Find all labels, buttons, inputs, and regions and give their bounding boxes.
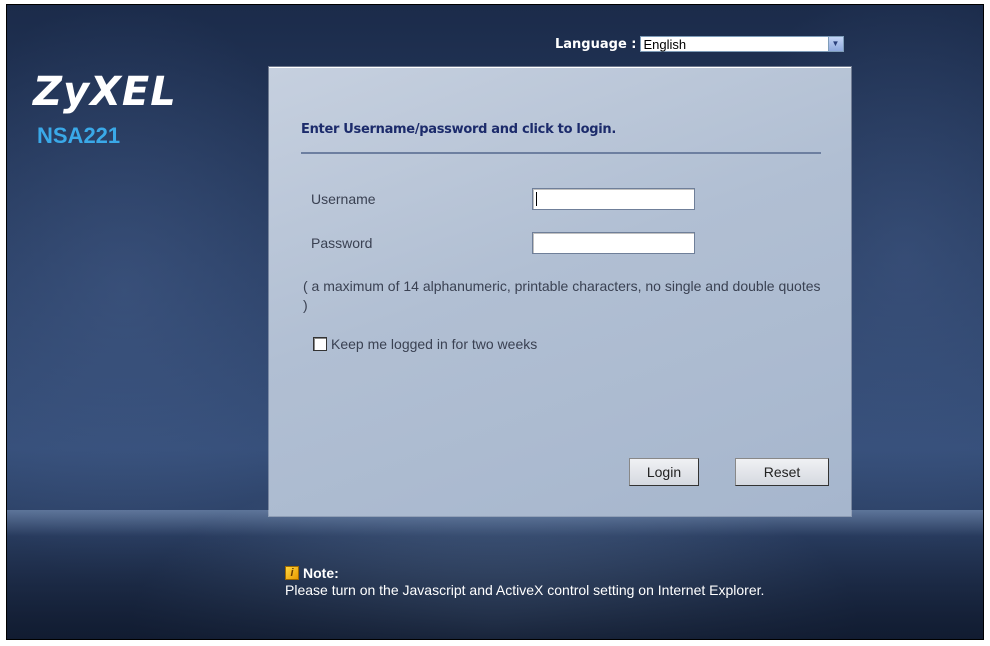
reset-button[interactable]: Reset bbox=[735, 458, 829, 486]
model-name: NSA221 bbox=[37, 123, 121, 148]
login-panel: Enter Username/password and click to log… bbox=[269, 67, 851, 516]
password-input[interactable] bbox=[532, 232, 695, 254]
keep-logged-in-checkbox[interactable] bbox=[313, 337, 327, 351]
note-heading-row: i Note: bbox=[285, 565, 805, 581]
language-select[interactable]: English ▼ bbox=[639, 36, 844, 52]
chevron-down-icon[interactable]: ▼ bbox=[827, 37, 843, 51]
title-divider bbox=[301, 152, 821, 154]
note-icon: i bbox=[285, 566, 299, 580]
zyxel-logo: ZyXEL bbox=[33, 69, 177, 115]
keep-logged-in-label[interactable]: Keep me logged in for two weeks bbox=[331, 336, 537, 352]
login-screen: ZyXEL NSA221 Language : English ▼ Enter … bbox=[6, 4, 984, 640]
password-label: Password bbox=[311, 235, 373, 251]
username-label: Username bbox=[311, 191, 376, 207]
note-text: Please turn on the Javascript and Active… bbox=[285, 582, 765, 598]
language-selector: Language : English ▼ bbox=[555, 36, 844, 52]
username-input[interactable] bbox=[532, 188, 695, 210]
login-title: Enter Username/password and click to log… bbox=[301, 122, 616, 137]
password-hint: ( a maximum of 14 alphanumeric, printabl… bbox=[303, 278, 821, 313]
text-cursor bbox=[536, 192, 537, 206]
note-section: i Note: Please turn on the Javascript an… bbox=[285, 565, 805, 599]
keep-logged-in-row[interactable]: Keep me logged in for two weeks bbox=[313, 336, 537, 352]
language-label: Language : bbox=[555, 36, 637, 52]
login-button[interactable]: Login bbox=[629, 458, 699, 486]
language-selected-value: English bbox=[643, 37, 687, 52]
note-heading: Note: bbox=[303, 565, 339, 581]
